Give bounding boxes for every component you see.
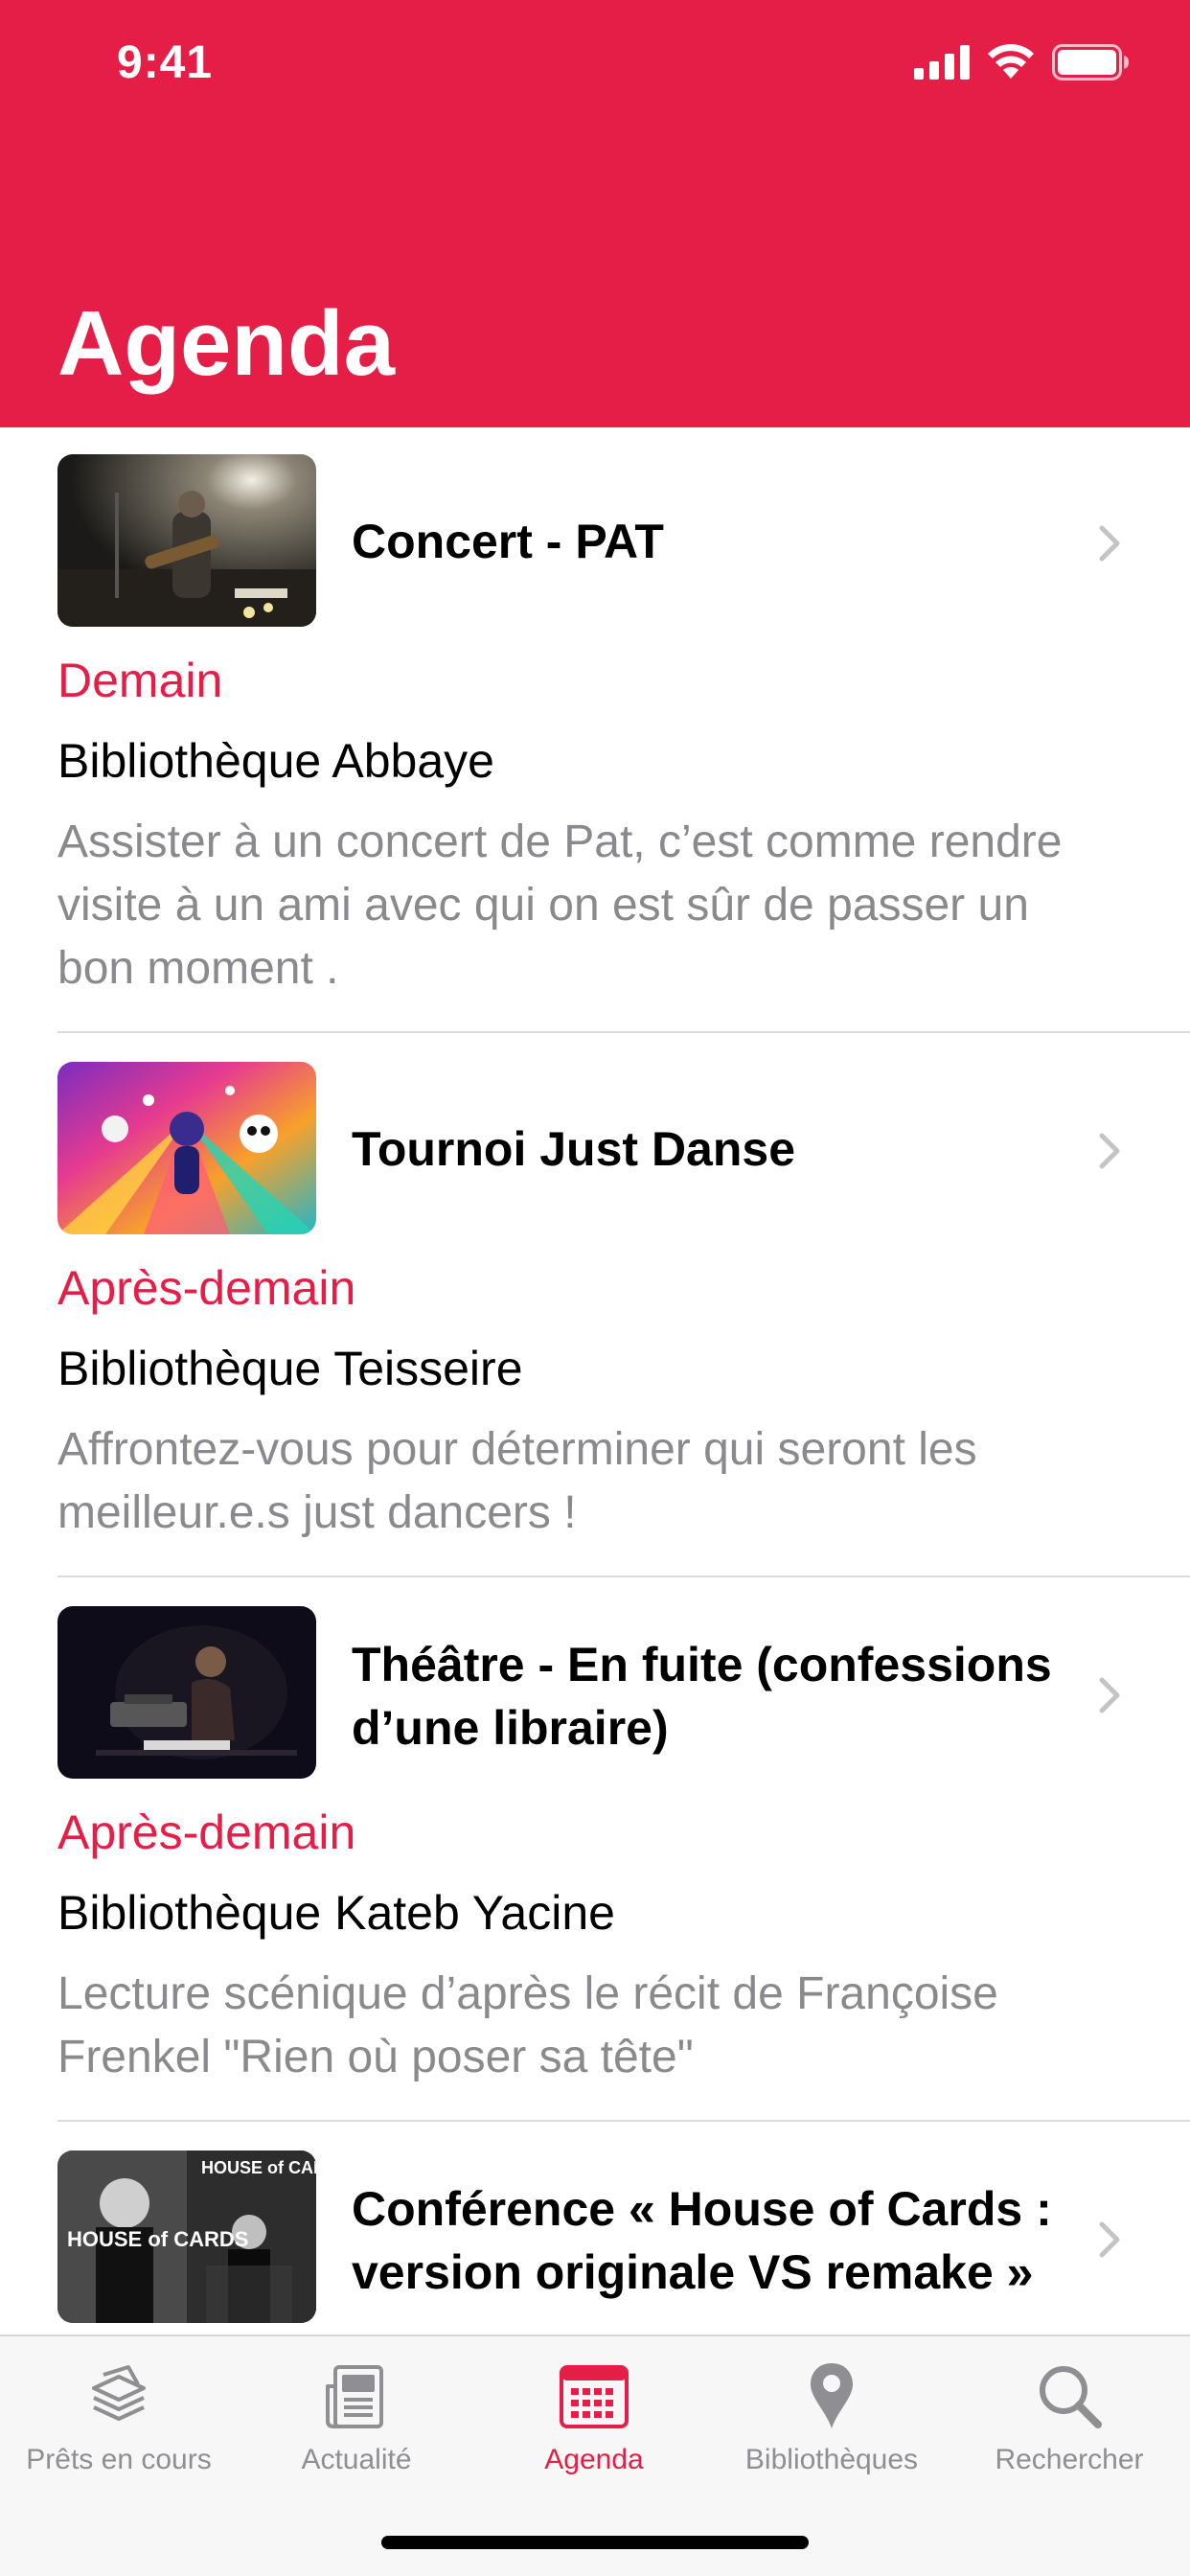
tab-agenda[interactable]: Agenda	[475, 2336, 713, 2490]
stack-icon	[92, 2365, 146, 2421]
tab-actualite[interactable]: Actualité	[238, 2336, 475, 2490]
tab-label: Prêts en cours	[26, 2444, 212, 2475]
search-icon	[1040, 2366, 1102, 2428]
event-title: Tournoi Just Danse	[352, 1122, 796, 1176]
event-location: Bibliothèque Abbaye	[57, 734, 494, 788]
status-time: 9:41	[117, 37, 214, 88]
thumbnail-logo-text-left: HOUSE of CARDS	[67, 2227, 248, 2251]
event-row-just-danse[interactable]: Tournoi Just Danse Après-demain Biblioth…	[0, 1033, 1190, 1577]
status-icons	[914, 44, 1129, 80]
tab-label: Bibliothèques	[744, 2444, 919, 2475]
event-thumbnail-house-of-cards: HOUSE of CARDS HOUSE of CARDS	[57, 2150, 316, 2323]
event-row-concert-pat[interactable]: Concert - PAT Demain Bibliothèque Abbaye…	[0, 427, 1190, 1033]
tab-label: Agenda	[544, 2444, 644, 2475]
event-title: Concert - PAT	[352, 515, 664, 568]
cellular-signal-icon	[914, 45, 970, 80]
page-title: Agenda	[57, 292, 396, 395]
event-thumbnail-just-dance	[57, 1062, 316, 1234]
event-description: Lecture scénique d’après le récit de Fra…	[57, 1968, 998, 2082]
tab-label: Rechercher	[995, 2444, 1144, 2475]
chevron-right-icon	[1099, 525, 1120, 562]
newspaper-icon	[326, 2365, 383, 2428]
event-list: Concert - PAT Demain Bibliothèque Abbaye…	[0, 427, 1190, 2409]
chevron-right-icon	[1099, 1133, 1120, 1169]
wifi-icon	[988, 44, 1034, 79]
battery-icon	[1052, 44, 1129, 80]
map-pin-icon	[811, 2363, 853, 2428]
event-location: Bibliothèque Kateb Yacine	[57, 1886, 615, 1940]
event-title: Conférence « House of Cards : version or…	[352, 2182, 1052, 2299]
navigation-header: 9:41 Agenda	[0, 0, 1190, 427]
tab-rechercher[interactable]: Rechercher	[950, 2336, 1188, 2490]
home-indicator[interactable]	[381, 2536, 809, 2549]
chevron-right-icon	[1099, 2221, 1120, 2258]
event-description: Affrontez-vous pour déterminer qui seron…	[57, 1424, 977, 1538]
chevron-right-icon	[1099, 1677, 1120, 1714]
event-date: Après-demain	[57, 1261, 356, 1315]
thumbnail-logo-text-right: HOUSE of CARDS	[201, 2158, 316, 2177]
tab-label: Actualité	[301, 2444, 412, 2475]
calendar-icon	[560, 2365, 629, 2428]
status-bar: 9:41	[0, 0, 1190, 126]
event-thumbnail-concert	[57, 454, 316, 627]
event-row-theatre[interactable]: Théâtre - En fuite (confessions d’une li…	[0, 1577, 1190, 2122]
tab-prets-en-cours[interactable]: Prêts en cours	[0, 2336, 238, 2490]
event-date: Demain	[57, 654, 223, 707]
event-description: Assister à un concert de Pat, c’est comm…	[57, 816, 1063, 994]
screen: 9:41 Agenda Concert - PAT Demain Bibliot…	[0, 0, 1190, 2576]
event-date: Après-demain	[57, 1806, 356, 1859]
event-thumbnail-theatre	[57, 1606, 316, 1779]
event-title: Théâtre - En fuite (confessions d’une li…	[352, 1638, 1052, 1755]
tab-bibliotheques[interactable]: Bibliothèques	[713, 2336, 950, 2490]
event-location: Bibliothèque Teisseire	[57, 1342, 523, 1395]
